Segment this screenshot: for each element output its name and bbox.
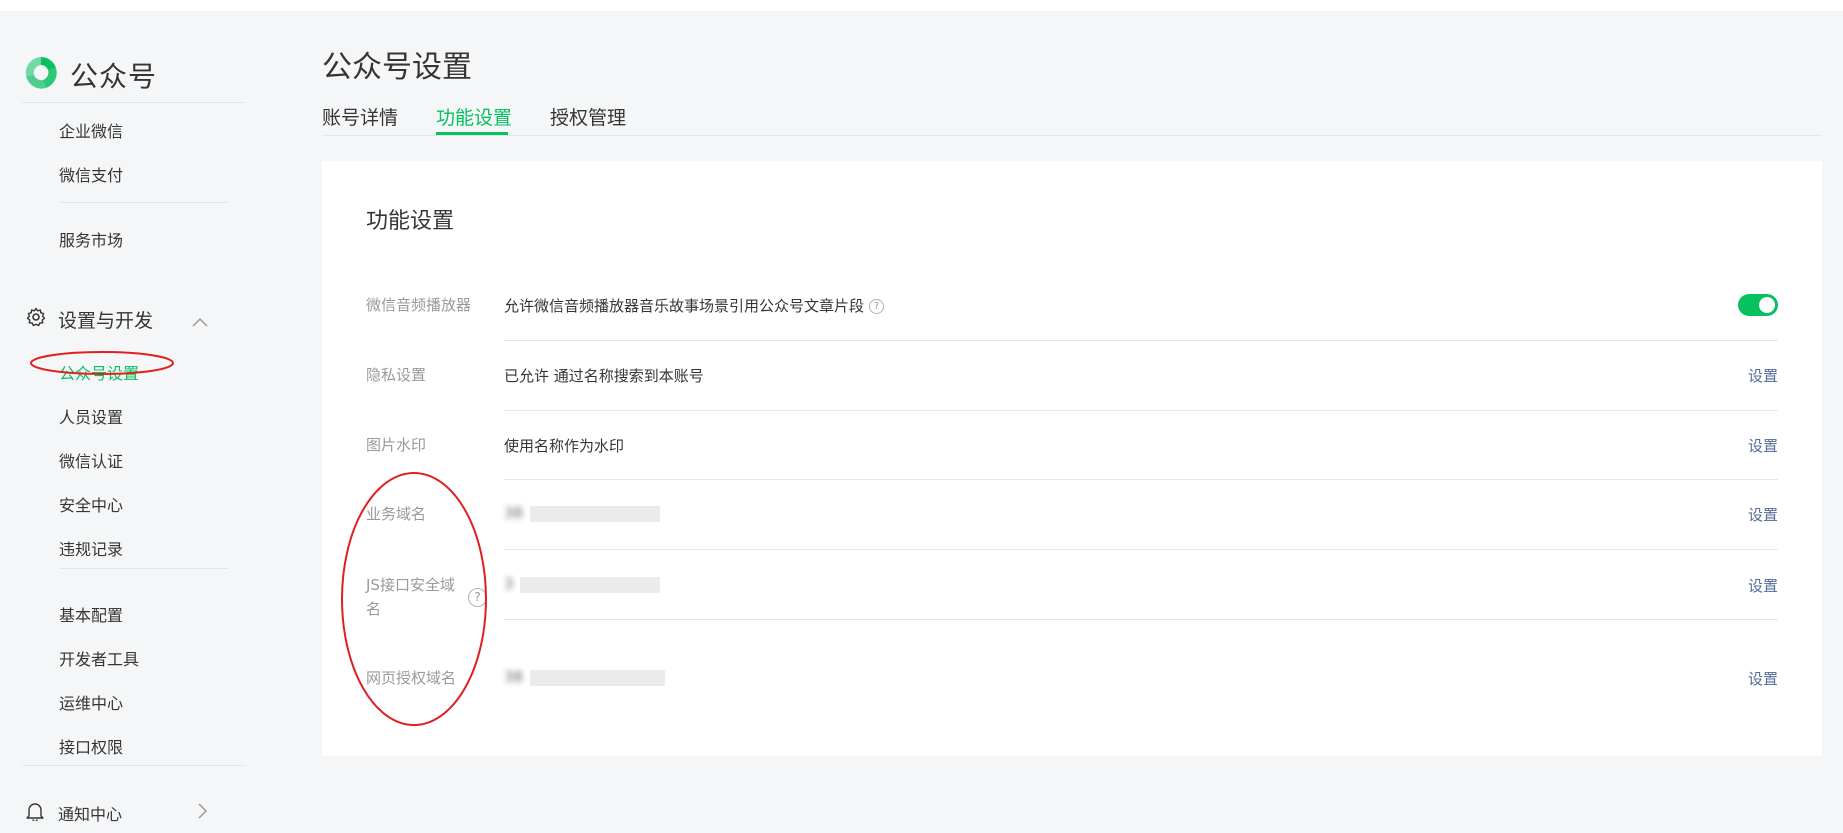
privacy-settings-link[interactable]: 设置 <box>1748 365 1778 386</box>
redaction-block <box>520 576 661 593</box>
card-title: 功能设置 <box>366 209 455 234</box>
watermark-settings-link[interactable]: 设置 <box>1748 435 1778 456</box>
row-label: 隐私设置 <box>366 366 427 384</box>
gear-icon <box>26 307 46 332</box>
top-strip <box>0 0 1843 11</box>
row-value: 使用名称作为水印 <box>504 437 625 455</box>
sidebar-item-staff-settings[interactable]: 人员设置 <box>59 404 123 428</box>
brand-logo[interactable]: 公众号 <box>22 57 157 93</box>
chevron-right-icon[interactable] <box>197 803 208 823</box>
sidebar-group-settings-dev[interactable]: 设置与开发 <box>26 306 153 333</box>
row-divider <box>504 619 1778 620</box>
tab-bar: 账号详情 功能设置 授权管理 <box>322 103 1822 136</box>
js-domain-settings-link[interactable]: 设置 <box>1748 575 1778 596</box>
toggle-knob <box>1759 297 1775 313</box>
row-label-line: JS接口安全域 <box>366 576 455 594</box>
oauth-domain-settings-link[interactable]: 设置 <box>1748 668 1778 689</box>
sidebar-divider <box>59 568 229 569</box>
row-label-line: 名 <box>366 600 382 618</box>
sidebar-item-wechat-pay[interactable]: 微信支付 <box>59 162 123 186</box>
sidebar-divider <box>22 765 246 766</box>
tab-authorization[interactable]: 授权管理 <box>550 103 626 130</box>
blurred-domain: 38 <box>504 504 524 522</box>
row-label: 业务域名 <box>366 505 427 523</box>
tab-feature-settings[interactable]: 功能设置 <box>436 103 512 130</box>
row-value: 已允许 通过名称搜索到本账号 <box>504 367 704 385</box>
sidebar-item-api-permissions[interactable]: 接口权限 <box>59 734 123 758</box>
blurred-domain: 3 <box>504 575 514 593</box>
audio-player-toggle[interactable] <box>1738 294 1778 316</box>
business-domain-settings-link[interactable]: 设置 <box>1748 504 1778 525</box>
sidebar-divider <box>59 202 229 203</box>
help-icon[interactable]: ? <box>869 299 885 314</box>
sidebar-item-label: 通知中心 <box>58 805 123 824</box>
row-divider <box>504 410 1778 411</box>
bell-icon <box>26 801 44 825</box>
sidebar-item-ops-center[interactable]: 运维中心 <box>59 690 123 714</box>
help-icon[interactable]: ? <box>468 588 487 607</box>
row-divider <box>504 549 1778 550</box>
tab-account-details[interactable]: 账号详情 <box>322 103 398 130</box>
redaction-block <box>529 505 660 522</box>
row-value-text: 允许微信音频播放器音乐故事场景引用公众号文章片段 <box>504 297 865 315</box>
sidebar-group-label: 设置与开发 <box>58 310 154 332</box>
redaction-block <box>529 669 665 686</box>
sidebar-divider <box>22 102 246 103</box>
row-value: 38 <box>504 504 660 522</box>
sidebar-item-violations[interactable]: 违规记录 <box>59 536 123 560</box>
row-value: 38 <box>504 668 665 686</box>
blurred-domain: 38 <box>504 668 524 686</box>
sidebar-item-service-market[interactable]: 服务市场 <box>59 227 123 251</box>
row-value: 3 <box>504 575 661 593</box>
row-value: 允许微信音频播放器音乐故事场景引用公众号文章片段? <box>504 295 885 316</box>
row-label: 图片水印 <box>366 436 427 454</box>
chevron-up-icon[interactable] <box>192 312 208 331</box>
row-divider <box>504 340 1778 341</box>
tab-active-indicator <box>436 132 508 135</box>
feature-settings-card: 功能设置 微信音频播放器 允许微信音频播放器音乐故事场景引用公众号文章片段? 隐… <box>322 161 1822 756</box>
row-label: 网页授权域名 <box>366 669 457 687</box>
row-divider <box>504 479 1778 480</box>
sidebar: 公众号 企业微信 微信支付 服务市场 设置与开发 公众号设置 人员设置 微信认证… <box>0 11 246 833</box>
brand-name: 公众号 <box>70 60 158 93</box>
row-label: 微信音频播放器 <box>366 296 472 314</box>
row-label: JS接口安全域 名 <box>366 573 455 621</box>
page-title: 公众号设置 <box>322 50 472 85</box>
sidebar-item-wechat-verify[interactable]: 微信认证 <box>59 448 123 472</box>
sidebar-item-enterprise-wechat[interactable]: 企业微信 <box>59 118 123 142</box>
sidebar-item-dev-tools[interactable]: 开发者工具 <box>59 646 139 670</box>
sidebar-item-notifications[interactable]: 通知中心 <box>26 801 122 825</box>
wechat-mp-logo-icon <box>22 54 60 96</box>
sidebar-item-security-center[interactable]: 安全中心 <box>59 492 123 516</box>
sidebar-item-account-settings[interactable]: 公众号设置 <box>59 360 139 384</box>
sidebar-item-basic-config[interactable]: 基本配置 <box>59 602 123 626</box>
